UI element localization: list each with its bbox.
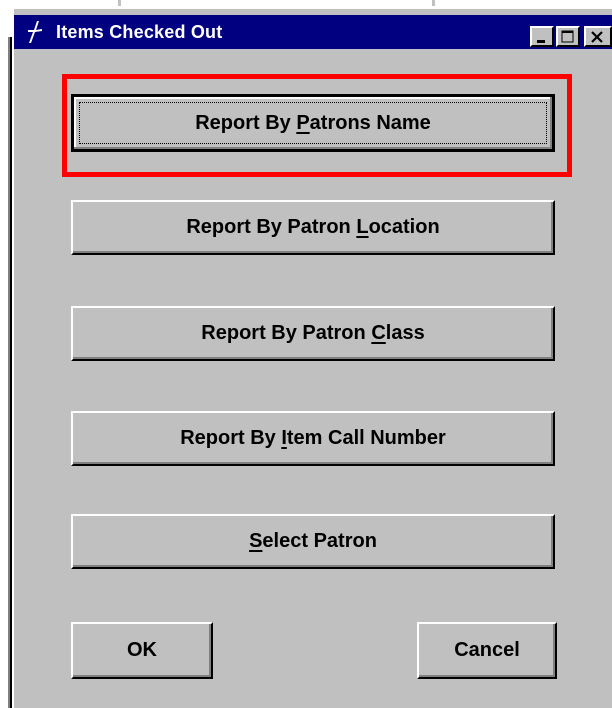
button-label: Report By Patron Class [201, 322, 425, 344]
background-mark [118, 0, 121, 6]
minimize-button[interactable] [530, 26, 554, 47]
button-label: OK [127, 639, 157, 661]
minimize-icon [537, 40, 545, 43]
button-label: Report By Patron Location [186, 216, 440, 238]
title-bar[interactable]: Items Checked Out [14, 15, 612, 49]
dagger-app-icon[interactable] [24, 20, 46, 44]
maximize-icon [561, 30, 574, 43]
background-mark [432, 0, 435, 6]
report-by-item-call-number-button[interactable]: Report By Item Call Number [71, 411, 555, 466]
close-icon [591, 31, 603, 43]
background-strip [0, 0, 612, 7]
report-by-patron-location-button[interactable]: Report By Patron Location [71, 200, 555, 255]
ok-button[interactable]: OK [71, 622, 213, 679]
close-button[interactable] [584, 26, 612, 47]
button-label: Report By Item Call Number [180, 427, 446, 449]
highlight-box [62, 74, 572, 177]
select-patron-button[interactable]: Select Patron [71, 514, 555, 569]
window-title: Items Checked Out [56, 22, 223, 42]
button-label: Select Patron [249, 530, 377, 552]
background-window-edge [0, 7, 12, 708]
button-label: Cancel [454, 639, 520, 661]
cancel-button[interactable]: Cancel [417, 622, 557, 679]
maximize-button[interactable] [556, 26, 580, 47]
report-by-patron-class-button[interactable]: Report By Patron Class [71, 306, 555, 361]
